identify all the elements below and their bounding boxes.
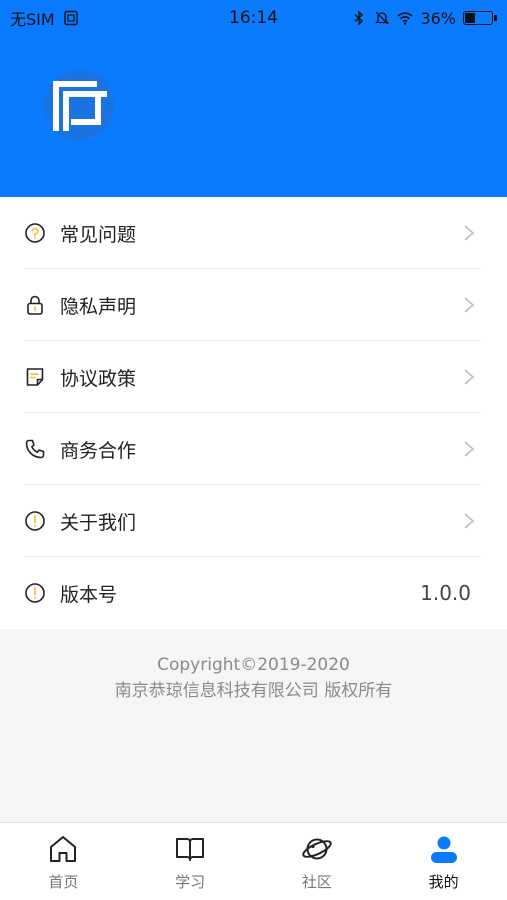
home-icon	[50, 836, 77, 862]
chevron-right-icon	[464, 225, 475, 241]
menu-item-label: 商务合作	[60, 439, 137, 462]
wifi-icon	[397, 10, 413, 26]
tab-label: 我的	[428, 873, 459, 891]
lock-icon	[24, 294, 46, 316]
copyright-line-2: 南京恭琼信息科技有限公司 版权所有	[114, 681, 393, 701]
mute-bell-icon	[374, 10, 390, 26]
tab-study[interactable]: 学习	[127, 823, 254, 900]
chevron-right-icon	[464, 369, 475, 385]
chevron-right-icon	[464, 441, 475, 457]
version-value: 1.0.0	[420, 581, 471, 605]
battery-percent: 36%	[420, 8, 456, 28]
phone-icon	[24, 438, 46, 460]
menu-item-faq[interactable]: 常见问题	[0, 197, 507, 269]
bottom-tab-bar: 首页 学习 社区 我的	[0, 822, 507, 900]
question-circle-icon	[24, 222, 46, 244]
menu-item-label: 关于我们	[60, 511, 137, 534]
tab-label: 首页	[48, 873, 79, 891]
status-right: 36%	[351, 9, 497, 28]
app-logo	[44, 70, 114, 140]
tab-label: 学习	[175, 873, 206, 891]
menu-item-label: 隐私声明	[60, 295, 137, 318]
settings-menu: 常见问题 隐私声明 协议政策 商务合作 关于我们 版本号 1.0.0	[0, 197, 507, 629]
battery-icon	[463, 11, 497, 25]
status-time: 16:14	[229, 8, 278, 28]
user-icon	[430, 836, 457, 863]
book-icon	[176, 838, 205, 861]
tab-home[interactable]: 首页	[0, 823, 127, 900]
info-circle-icon	[24, 582, 46, 604]
tab-mine[interactable]: 我的	[380, 823, 507, 900]
menu-item-privacy[interactable]: 隐私声明	[0, 269, 507, 341]
planet-icon	[302, 838, 332, 860]
menu-item-label: 常见问题	[60, 223, 137, 246]
status-left: 无SIM	[10, 6, 79, 30]
menu-item-version: 版本号 1.0.0	[0, 557, 507, 629]
tab-community[interactable]: 社区	[254, 823, 381, 900]
document-icon	[24, 366, 46, 388]
profile-header: 无SIM 16:14 36%	[0, 0, 507, 197]
menu-item-about[interactable]: 关于我们	[0, 485, 507, 557]
logo-mark-icon	[53, 81, 107, 131]
copyright-notice: Copyright©2019-2020 南京恭琼信息科技有限公司 版权所有	[0, 652, 507, 704]
status-bar: 无SIM 16:14 36%	[0, 0, 507, 36]
bluetooth-icon	[351, 10, 367, 26]
tab-label: 社区	[301, 873, 332, 891]
chevron-right-icon	[464, 297, 475, 313]
menu-item-label: 协议政策	[60, 367, 137, 390]
menu-item-policy[interactable]: 协议政策	[0, 341, 507, 413]
info-circle-icon	[24, 510, 46, 532]
chevron-right-icon	[464, 513, 475, 529]
sim-icon	[63, 10, 79, 26]
menu-item-business[interactable]: 商务合作	[0, 413, 507, 485]
menu-item-label: 版本号	[60, 583, 118, 606]
copyright-line-1: Copyright©2019-2020	[157, 655, 350, 675]
carrier-label: 无SIM	[10, 10, 55, 29]
